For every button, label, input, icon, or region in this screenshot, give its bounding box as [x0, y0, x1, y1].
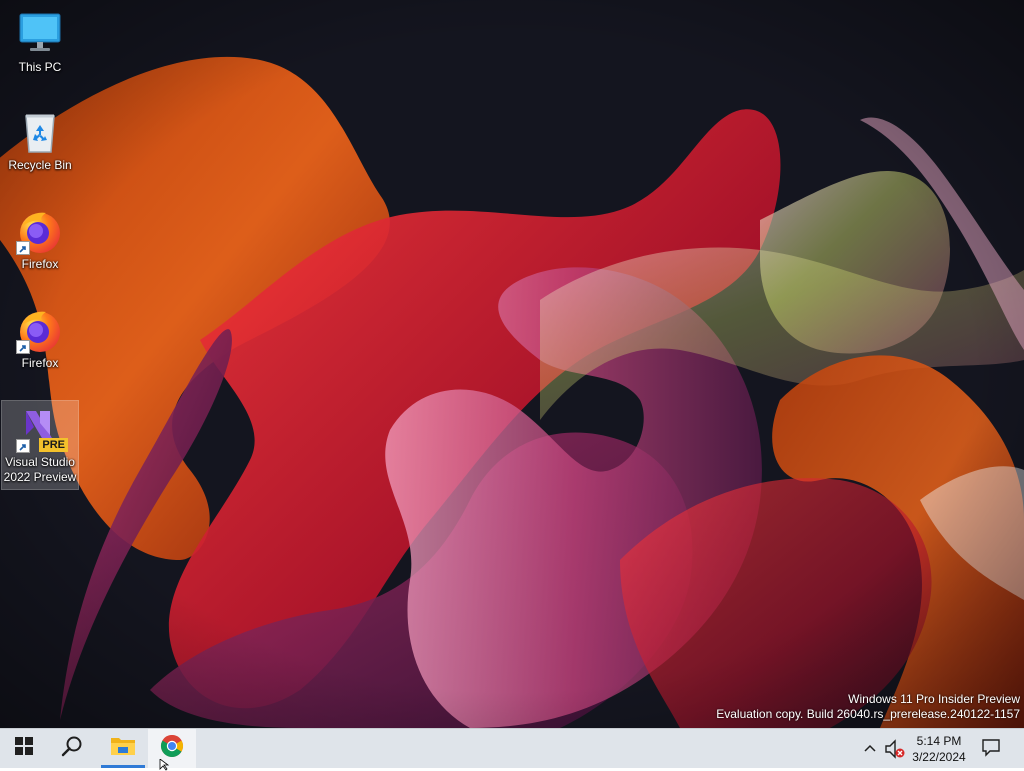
desktop-icon-this-pc[interactable]: This PC — [2, 6, 78, 79]
desktop-icon-firefox-2[interactable]: Firefox — [2, 302, 78, 375]
system-clock[interactable]: 5:14 PM 3/22/2024 — [906, 731, 972, 767]
speaker-muted-icon — [884, 739, 906, 764]
clock-date: 3/22/2024 — [912, 750, 966, 764]
desktop-icon-label: Firefox — [21, 257, 59, 271]
show-hidden-icons-button[interactable] — [860, 737, 880, 761]
watermark-line-1: Windows 11 Pro Insider Preview — [848, 692, 1020, 706]
wallpaper — [0, 0, 1024, 728]
mouse-cursor — [159, 759, 170, 771]
shortcut-arrow-icon — [16, 439, 30, 453]
firefox-icon — [16, 207, 64, 255]
desktop-icon-label: This PC — [18, 60, 62, 74]
clock-time: 5:14 PM — [916, 734, 962, 748]
volume-button[interactable] — [884, 738, 906, 760]
chrome-button[interactable] — [148, 729, 196, 768]
desktop-icon-label: Recycle Bin — [8, 158, 72, 172]
computer-monitor-icon — [16, 10, 64, 58]
visual-studio-preview-icon: PRE — [16, 405, 68, 453]
taskbar: 5:14 PM 3/22/2024 — [0, 728, 1024, 771]
preview-badge: PRE — [39, 438, 68, 452]
desktop-icon-recycle-bin[interactable]: Recycle Bin — [2, 104, 78, 177]
desktop-icon-visual-studio-preview[interactable]: PRE Visual Studio 2022 Preview — [1, 400, 79, 490]
shortcut-arrow-icon — [16, 241, 30, 255]
desktop-icon-firefox-1[interactable]: Firefox — [2, 203, 78, 276]
recycle-bin-icon — [16, 108, 64, 156]
desktop-icon-label: Visual Studio 2022 Preview — [3, 455, 77, 484]
desktop[interactable]: This PC Recycle Bin Firefox Firefox PRE … — [0, 0, 1024, 728]
windows-logo-icon — [15, 737, 33, 760]
search-button[interactable] — [48, 729, 96, 768]
shortcut-arrow-icon — [16, 340, 30, 354]
folder-icon — [110, 735, 136, 762]
notification-center-button[interactable] — [976, 731, 1006, 767]
firefox-icon — [16, 306, 64, 354]
start-button[interactable] — [0, 729, 48, 768]
windows-evaluation-watermark: Windows 11 Pro Insider Preview Evaluatio… — [716, 692, 1020, 722]
chevron-up-icon — [860, 744, 880, 765]
search-icon — [61, 735, 83, 762]
file-explorer-button[interactable] — [99, 729, 147, 768]
watermark-line-2: Evaluation copy. Build 26040.rs_prerelea… — [716, 707, 1020, 721]
desktop-icon-label: Firefox — [21, 356, 59, 370]
notification-icon — [981, 737, 1001, 762]
